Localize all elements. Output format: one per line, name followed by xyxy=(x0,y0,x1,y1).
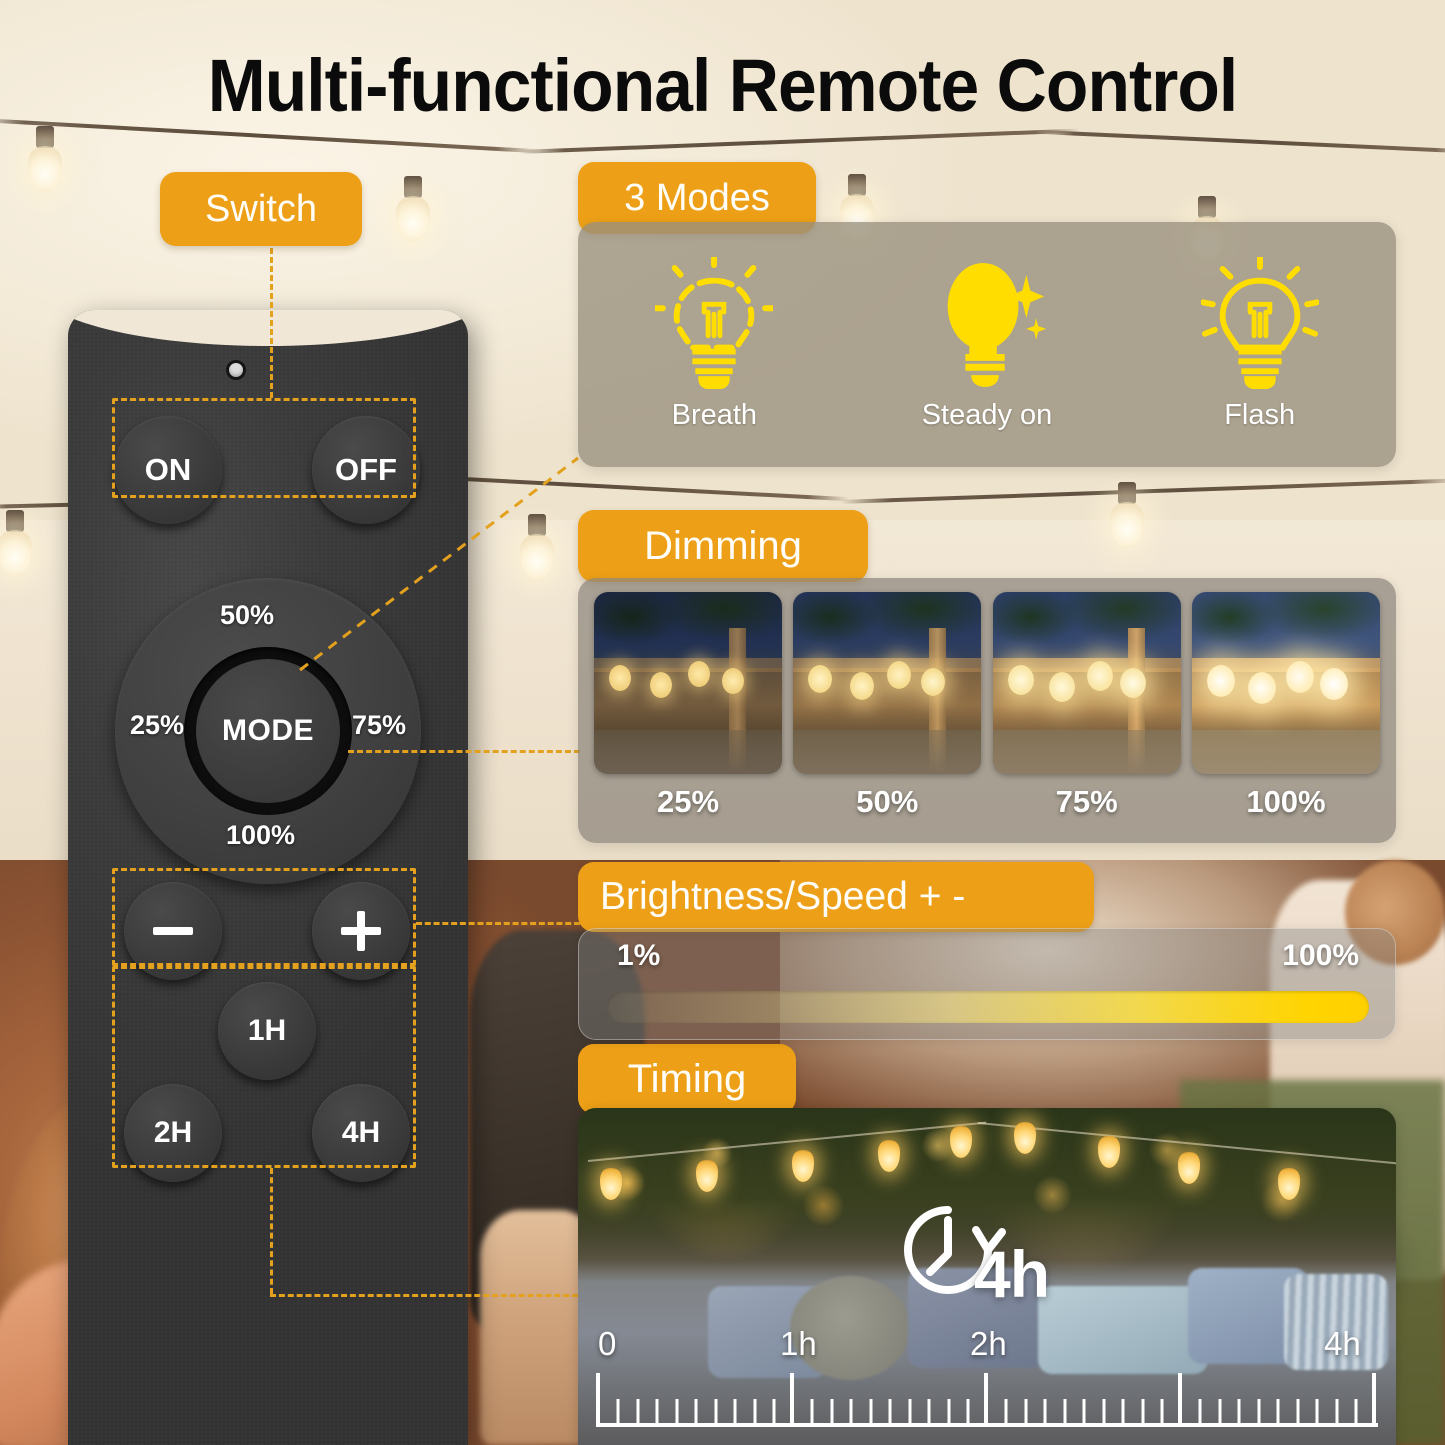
mode-caption-breath: Breath xyxy=(671,399,758,431)
mode-item-flash: Flash xyxy=(1123,257,1396,432)
timing-value-label: 4h xyxy=(974,1237,1050,1311)
brightness-speed-panel: 1% 100% xyxy=(578,928,1396,1040)
mode-caption-flash: Flash xyxy=(1224,399,1296,431)
dimming-thumbnail-50 xyxy=(793,592,982,774)
bulb-cap xyxy=(1198,196,1216,218)
brightness-range-labels: 1% 100% xyxy=(617,939,1359,973)
dimming-panel: 25% 50% 75% 100% xyxy=(578,578,1396,843)
on-button[interactable]: ON xyxy=(114,416,222,524)
badge-dimming-label: Dimming xyxy=(644,523,802,568)
dimming-item: 50% xyxy=(793,592,982,820)
dimming-item: 100% xyxy=(1191,592,1380,820)
mode-button[interactable]: MODE xyxy=(196,659,340,803)
dial-label-100[interactable]: 100% xyxy=(226,820,295,851)
timer-1h-label: 1H xyxy=(247,1014,287,1047)
minus-icon xyxy=(153,927,193,935)
dimming-caption-25: 25% xyxy=(656,784,720,819)
bulb-steady-icon xyxy=(947,263,1046,387)
timer-4h-button[interactable]: 4H xyxy=(312,1084,410,1182)
timer-2h-label: 2H xyxy=(153,1116,193,1149)
bulb-breath-icon xyxy=(655,257,774,389)
badge-3-modes-label: 3 Modes xyxy=(624,176,770,219)
bulb-cap xyxy=(404,176,422,198)
on-button-label: ON xyxy=(144,452,192,487)
dimming-thumbnail-25 xyxy=(594,592,782,774)
plus-icon xyxy=(341,911,381,951)
brightness-max-label: 100% xyxy=(1282,939,1359,972)
mode-button-label: MODE xyxy=(222,714,314,747)
badge-brightness-speed: Brightness/Speed + - xyxy=(578,862,1094,932)
timer-4h-label: 4H xyxy=(341,1116,381,1149)
dial-label-25[interactable]: 25% xyxy=(130,710,184,741)
badge-timing: Timing xyxy=(578,1044,796,1114)
brightness-down-button[interactable] xyxy=(124,882,222,980)
badge-switch: Switch xyxy=(160,172,362,246)
brightness-gradient-bar[interactable] xyxy=(607,991,1369,1023)
mode-item-breath: Breath xyxy=(578,257,851,432)
bulb-flash-icon xyxy=(1200,257,1319,389)
page-title: Multi-functional Remote Control xyxy=(207,44,1239,127)
badge-timing-label: Timing xyxy=(627,1056,747,1101)
bulb-cap xyxy=(6,510,24,532)
badge-switch-label: Switch xyxy=(205,187,317,230)
dial-label-50[interactable]: 50% xyxy=(220,600,274,631)
indicator-led xyxy=(226,360,246,380)
dimming-item: 25% xyxy=(594,592,782,820)
bulb-cap xyxy=(1118,482,1136,504)
brightness-up-button[interactable] xyxy=(312,882,410,980)
timing-ruler xyxy=(596,1373,1378,1427)
timing-panel: 4h 0 1h 2h 4h xyxy=(578,1108,1396,1445)
mode-item-steady: Steady on xyxy=(851,257,1124,432)
dimming-caption-100: 100% xyxy=(1246,784,1326,819)
timer-2h-button[interactable]: 2H xyxy=(124,1084,222,1182)
dimming-thumbnail-100 xyxy=(1191,592,1380,774)
connector-mode-diagonal xyxy=(299,456,579,672)
mode-caption-steady: Steady on xyxy=(921,399,1053,431)
dimming-caption-75: 75% xyxy=(1055,784,1118,819)
timer-1h-button[interactable]: 1H xyxy=(218,982,316,1080)
dimming-thumbnail-75 xyxy=(992,592,1181,774)
dimming-caption-50: 50% xyxy=(856,784,919,819)
badge-dimming: Dimming xyxy=(578,510,868,582)
brightness-min-label: 1% xyxy=(617,939,661,972)
remote-top-edge xyxy=(68,310,468,346)
badge-brightness-speed-label: Brightness/Speed + - xyxy=(600,875,966,918)
bulb-cap xyxy=(848,174,866,196)
dimming-item: 75% xyxy=(992,592,1181,820)
modes-panel: Breath Steady on Flash xyxy=(578,222,1396,467)
infographic-canvas: Multi-functional Remote Control ON OFF M… xyxy=(0,0,1445,1445)
dial-label-75[interactable]: 75% xyxy=(352,710,406,741)
